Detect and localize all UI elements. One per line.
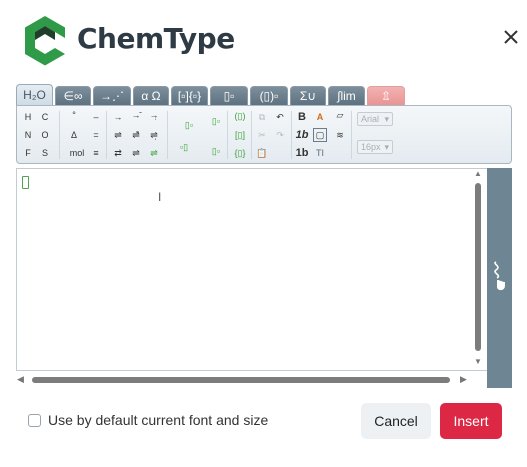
horizontal-scrollbar[interactable]: ◀ ▶	[16, 373, 472, 386]
redo-icon[interactable]: ↷	[273, 128, 287, 142]
equilibrium-over-button[interactable]: ⇌̄	[129, 128, 143, 142]
element-c-button[interactable]: C	[38, 110, 52, 124]
tab-matrices[interactable]: [▫]{▫}	[171, 86, 208, 105]
single-bond-button[interactable]: –	[89, 110, 103, 124]
toolbar-divider	[351, 111, 352, 159]
equilibrium-cond-button[interactable]: ⇌̣	[147, 128, 161, 142]
italic-button[interactable]: 1b	[295, 128, 309, 142]
align-icon[interactable]: ≋	[333, 128, 347, 142]
size-select[interactable]: 16px	[357, 140, 393, 154]
undo-icon[interactable]: ↶	[273, 110, 287, 124]
element-n-button[interactable]: N	[21, 128, 35, 142]
element-f-button[interactable]: F	[21, 146, 35, 160]
subscript-template-button[interactable]: ▯▫	[182, 118, 196, 132]
handwriting-toggle-panel[interactable]	[487, 168, 512, 388]
arrow-cond-button[interactable]: →̣	[147, 108, 161, 122]
paste-icon[interactable]: 📋	[255, 146, 269, 160]
tab-operators[interactable]: Σ∪	[290, 86, 326, 105]
degree-button[interactable]: °	[67, 108, 81, 122]
tab-brackets[interactable]: (▯)▫	[250, 86, 288, 105]
tab-scripts[interactable]: ▯▫	[210, 86, 248, 105]
toolbar-divider	[251, 111, 252, 159]
arrow-over-button[interactable]: →̄	[129, 108, 143, 122]
copy-icon[interactable]: ⧉	[255, 110, 269, 124]
toolbar-divider	[167, 111, 168, 159]
text-color-button[interactable]: A	[313, 110, 327, 124]
scroll-down-icon[interactable]: ▼	[474, 357, 482, 366]
toolbar-divider	[106, 111, 107, 159]
default-font-label: Use by default current font and size	[48, 412, 269, 428]
element-h-button[interactable]: H	[21, 110, 35, 124]
tab-arrows[interactable]: →⋰	[93, 86, 131, 105]
bold-button[interactable]: B	[295, 110, 309, 124]
tab-calculus[interactable]: ∫lim	[328, 86, 365, 105]
element-s-button[interactable]: S	[38, 146, 52, 160]
brand-title: ChemType	[77, 22, 235, 55]
brace-template-button[interactable]: {▯}	[233, 146, 247, 160]
tab-chemistry[interactable]: H₂O	[16, 84, 53, 105]
cut-icon[interactable]: ✂	[255, 128, 269, 142]
scroll-up-icon[interactable]: ▲	[474, 169, 482, 178]
tab-symbols[interactable]: ∈∞	[55, 86, 91, 105]
horizontal-scroll-thumb[interactable]	[32, 377, 450, 383]
reversible-cond-button[interactable]: ⇌	[147, 146, 161, 160]
toolbar-divider	[291, 111, 292, 159]
chemtype-logo	[25, 16, 65, 66]
text-cursor-placeholder	[22, 176, 29, 189]
double-bond-button[interactable]: =	[89, 128, 103, 142]
element-o-button[interactable]: O	[38, 128, 52, 142]
paren-template-button[interactable]: (▯)	[233, 109, 247, 123]
vertical-scroll-thumb[interactable]	[475, 183, 481, 351]
border-icon[interactable]: ▢	[313, 128, 327, 142]
text-size-icon[interactable]: TI	[313, 146, 327, 160]
superscript-template-button[interactable]: ▯▫	[209, 114, 223, 128]
spacing-icon[interactable]: ⏥	[333, 108, 347, 122]
dialog-footer: Use by default current font and size Can…	[0, 400, 527, 450]
presub-template-button[interactable]: ▫▯	[177, 140, 191, 154]
close-icon[interactable]	[500, 26, 522, 48]
toolbar-divider	[227, 111, 228, 159]
mol-button[interactable]: mol	[67, 146, 87, 160]
vertical-scrollbar[interactable]: ▲ ▼	[472, 169, 485, 369]
triple-bond-button[interactable]: ≡	[89, 146, 103, 160]
default-font-checkbox[interactable]	[28, 414, 41, 427]
delta-button[interactable]: Δ	[67, 128, 81, 142]
hand-draw-icon	[494, 261, 505, 291]
chemtype-editor: H₂O ∈∞ →⋰ α Ω [▫]{▫} ▯▫ (▯)▫ Σ∪ ∫lim ⇫ H…	[16, 84, 512, 388]
toolbar-panel: H C N O F S ° Δ mol – = ≡ → →̄ →̣ ⇌ ⇌̄ ⇌…	[16, 105, 512, 164]
toolbar-tabs: H₂O ∈∞ →⋰ α Ω [▫]{▫} ▯▫ (▯)▫ Σ∪ ∫lim ⇫	[16, 84, 512, 105]
insert-button[interactable]: Insert	[440, 403, 502, 439]
arrow-right-button[interactable]: →	[111, 110, 125, 124]
tab-handwriting[interactable]: ⇫	[367, 86, 405, 105]
reversible-over-button[interactable]: ⇌	[129, 146, 143, 160]
cancel-button[interactable]: Cancel	[361, 403, 431, 439]
scroll-right-icon[interactable]: ▶	[460, 374, 467, 385]
size-button[interactable]: 1b	[295, 146, 309, 160]
scroll-left-icon[interactable]: ◀	[17, 374, 24, 385]
toolbar-divider	[59, 111, 60, 159]
tab-greek[interactable]: α Ω	[133, 86, 169, 105]
equilibrium-button[interactable]: ⇌	[111, 128, 125, 142]
bracket-template-button[interactable]: [▯]	[233, 128, 247, 142]
formula-canvas[interactable]: I	[16, 168, 487, 371]
dialog-header: ChemType	[0, 0, 527, 80]
font-select[interactable]: Arial	[357, 112, 393, 126]
presup-template-button[interactable]: ▯▫	[209, 144, 223, 158]
ibeam-cursor-icon: I	[158, 190, 162, 204]
reversible-button[interactable]: ⇄	[111, 146, 125, 160]
